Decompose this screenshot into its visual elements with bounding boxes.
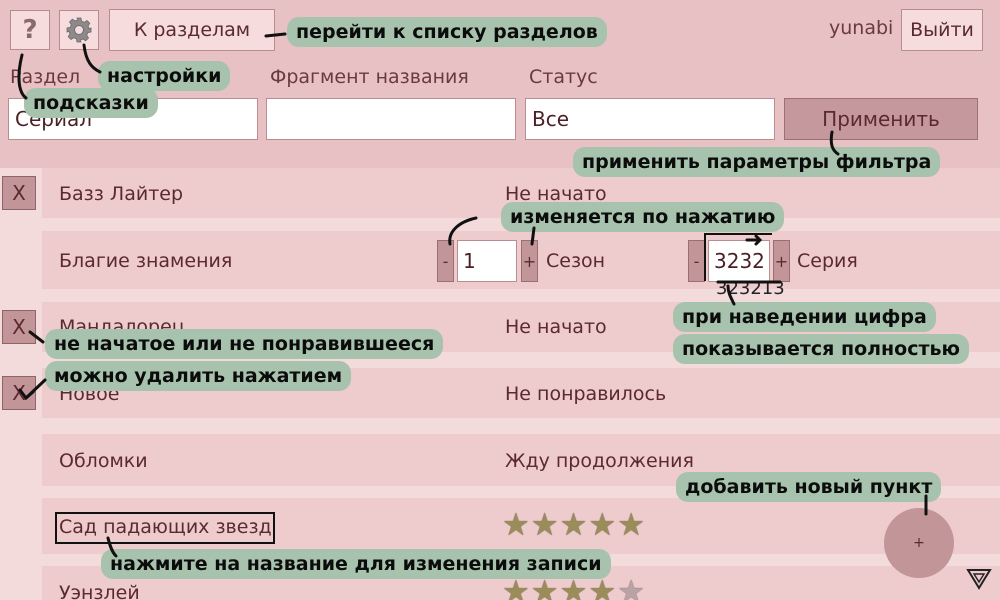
tutorial-clickable-callout: изменяется по нажатию: [501, 202, 785, 232]
star-icon[interactable]: ★: [502, 510, 530, 541]
delete-button[interactable]: X: [2, 176, 36, 210]
item-status[interactable]: Жду продолжения: [505, 450, 694, 472]
star-icon[interactable]: ★: [617, 577, 645, 600]
tutorial-hover-callout-2: показывается полностью: [673, 334, 969, 364]
rating-stars[interactable]: ★ ★ ★ ★ ★: [502, 510, 645, 541]
star-icon[interactable]: ★: [502, 577, 530, 600]
star-icon[interactable]: ★: [560, 510, 588, 541]
tutorial-apply-callout: применить параметры фильтра: [573, 147, 941, 177]
tutorial-delete-callout-2: можно удалить нажатием: [45, 361, 352, 391]
title-fragment-input[interactable]: [266, 98, 516, 140]
item-title[interactable]: Благие знамения: [59, 250, 232, 272]
star-icon[interactable]: ★: [588, 510, 616, 541]
item-status[interactable]: Не понравилось: [505, 383, 666, 405]
tutorial-delete-callout: не начатое или не понравившееся: [45, 329, 444, 359]
delete-button[interactable]: X: [2, 376, 36, 410]
rating-stars[interactable]: ★ ★ ★ ★ ★: [502, 577, 645, 600]
episode-label: Серия: [797, 250, 858, 272]
question-icon: ?: [22, 15, 38, 45]
star-icon[interactable]: ★: [531, 577, 559, 600]
section-filter-label: Раздел: [10, 66, 81, 88]
episode-highlight-frame: [704, 233, 772, 281]
delete-label: X: [12, 315, 26, 339]
delete-label: X: [12, 381, 26, 405]
settings-button[interactable]: [59, 10, 99, 50]
back-to-sections-label: К разделам: [133, 19, 251, 41]
title-fragment-label: Фрагмент названия: [270, 66, 469, 88]
season-decrement-button[interactable]: -: [437, 240, 454, 282]
item-title[interactable]: Уэнзлей: [59, 582, 140, 600]
tutorial-hover-callout: при наведении цифра: [673, 302, 936, 332]
username: yunabi: [829, 17, 894, 39]
season-label: Сезон: [546, 250, 606, 272]
episode-increment-button[interactable]: +: [773, 240, 790, 282]
item-title[interactable]: Обломки: [59, 450, 148, 472]
delete-label: X: [12, 181, 26, 205]
star-icon[interactable]: ★: [560, 577, 588, 600]
season-increment-button[interactable]: +: [521, 240, 538, 282]
star-icon[interactable]: ★: [617, 510, 645, 541]
back-to-sections-button[interactable]: К разделам: [109, 9, 275, 51]
dropdown-corner-icon[interactable]: [966, 566, 992, 592]
season-input[interactable]: 1: [457, 240, 517, 282]
help-button[interactable]: ?: [10, 10, 50, 50]
tutorial-edit-callout: нажмите на название для изменения записи: [101, 549, 611, 579]
apply-filter-button[interactable]: Применить: [784, 98, 978, 140]
logout-button[interactable]: Выйти: [901, 9, 983, 51]
item-status[interactable]: Не начато: [505, 316, 607, 338]
season-value: 1: [463, 249, 476, 273]
status-filter-label: Статус: [529, 66, 598, 88]
delete-button[interactable]: X: [2, 310, 36, 344]
item-title[interactable]: Базз Лайтер: [59, 183, 183, 205]
star-icon[interactable]: ★: [588, 577, 616, 600]
episode-full-value: 323213: [716, 278, 785, 299]
episode-decrement-button[interactable]: -: [688, 240, 705, 282]
status-filter-select[interactable]: Все: [525, 98, 775, 140]
add-label: +: [913, 535, 925, 551]
title-highlight-frame: [55, 512, 275, 544]
add-item-button[interactable]: +: [884, 508, 954, 578]
apply-filter-label: Применить: [822, 107, 940, 131]
tutorial-hints-callout: подсказки: [24, 88, 158, 118]
status-filter-value: Все: [532, 107, 570, 131]
logout-label: Выйти: [910, 19, 974, 41]
star-icon[interactable]: ★: [531, 510, 559, 541]
gear-icon: [66, 17, 92, 43]
tutorial-add-callout: добавить новый пункт: [676, 472, 942, 502]
tutorial-back-callout: перейти к списку разделов: [287, 17, 607, 47]
tutorial-settings-callout: настройки: [98, 61, 231, 91]
